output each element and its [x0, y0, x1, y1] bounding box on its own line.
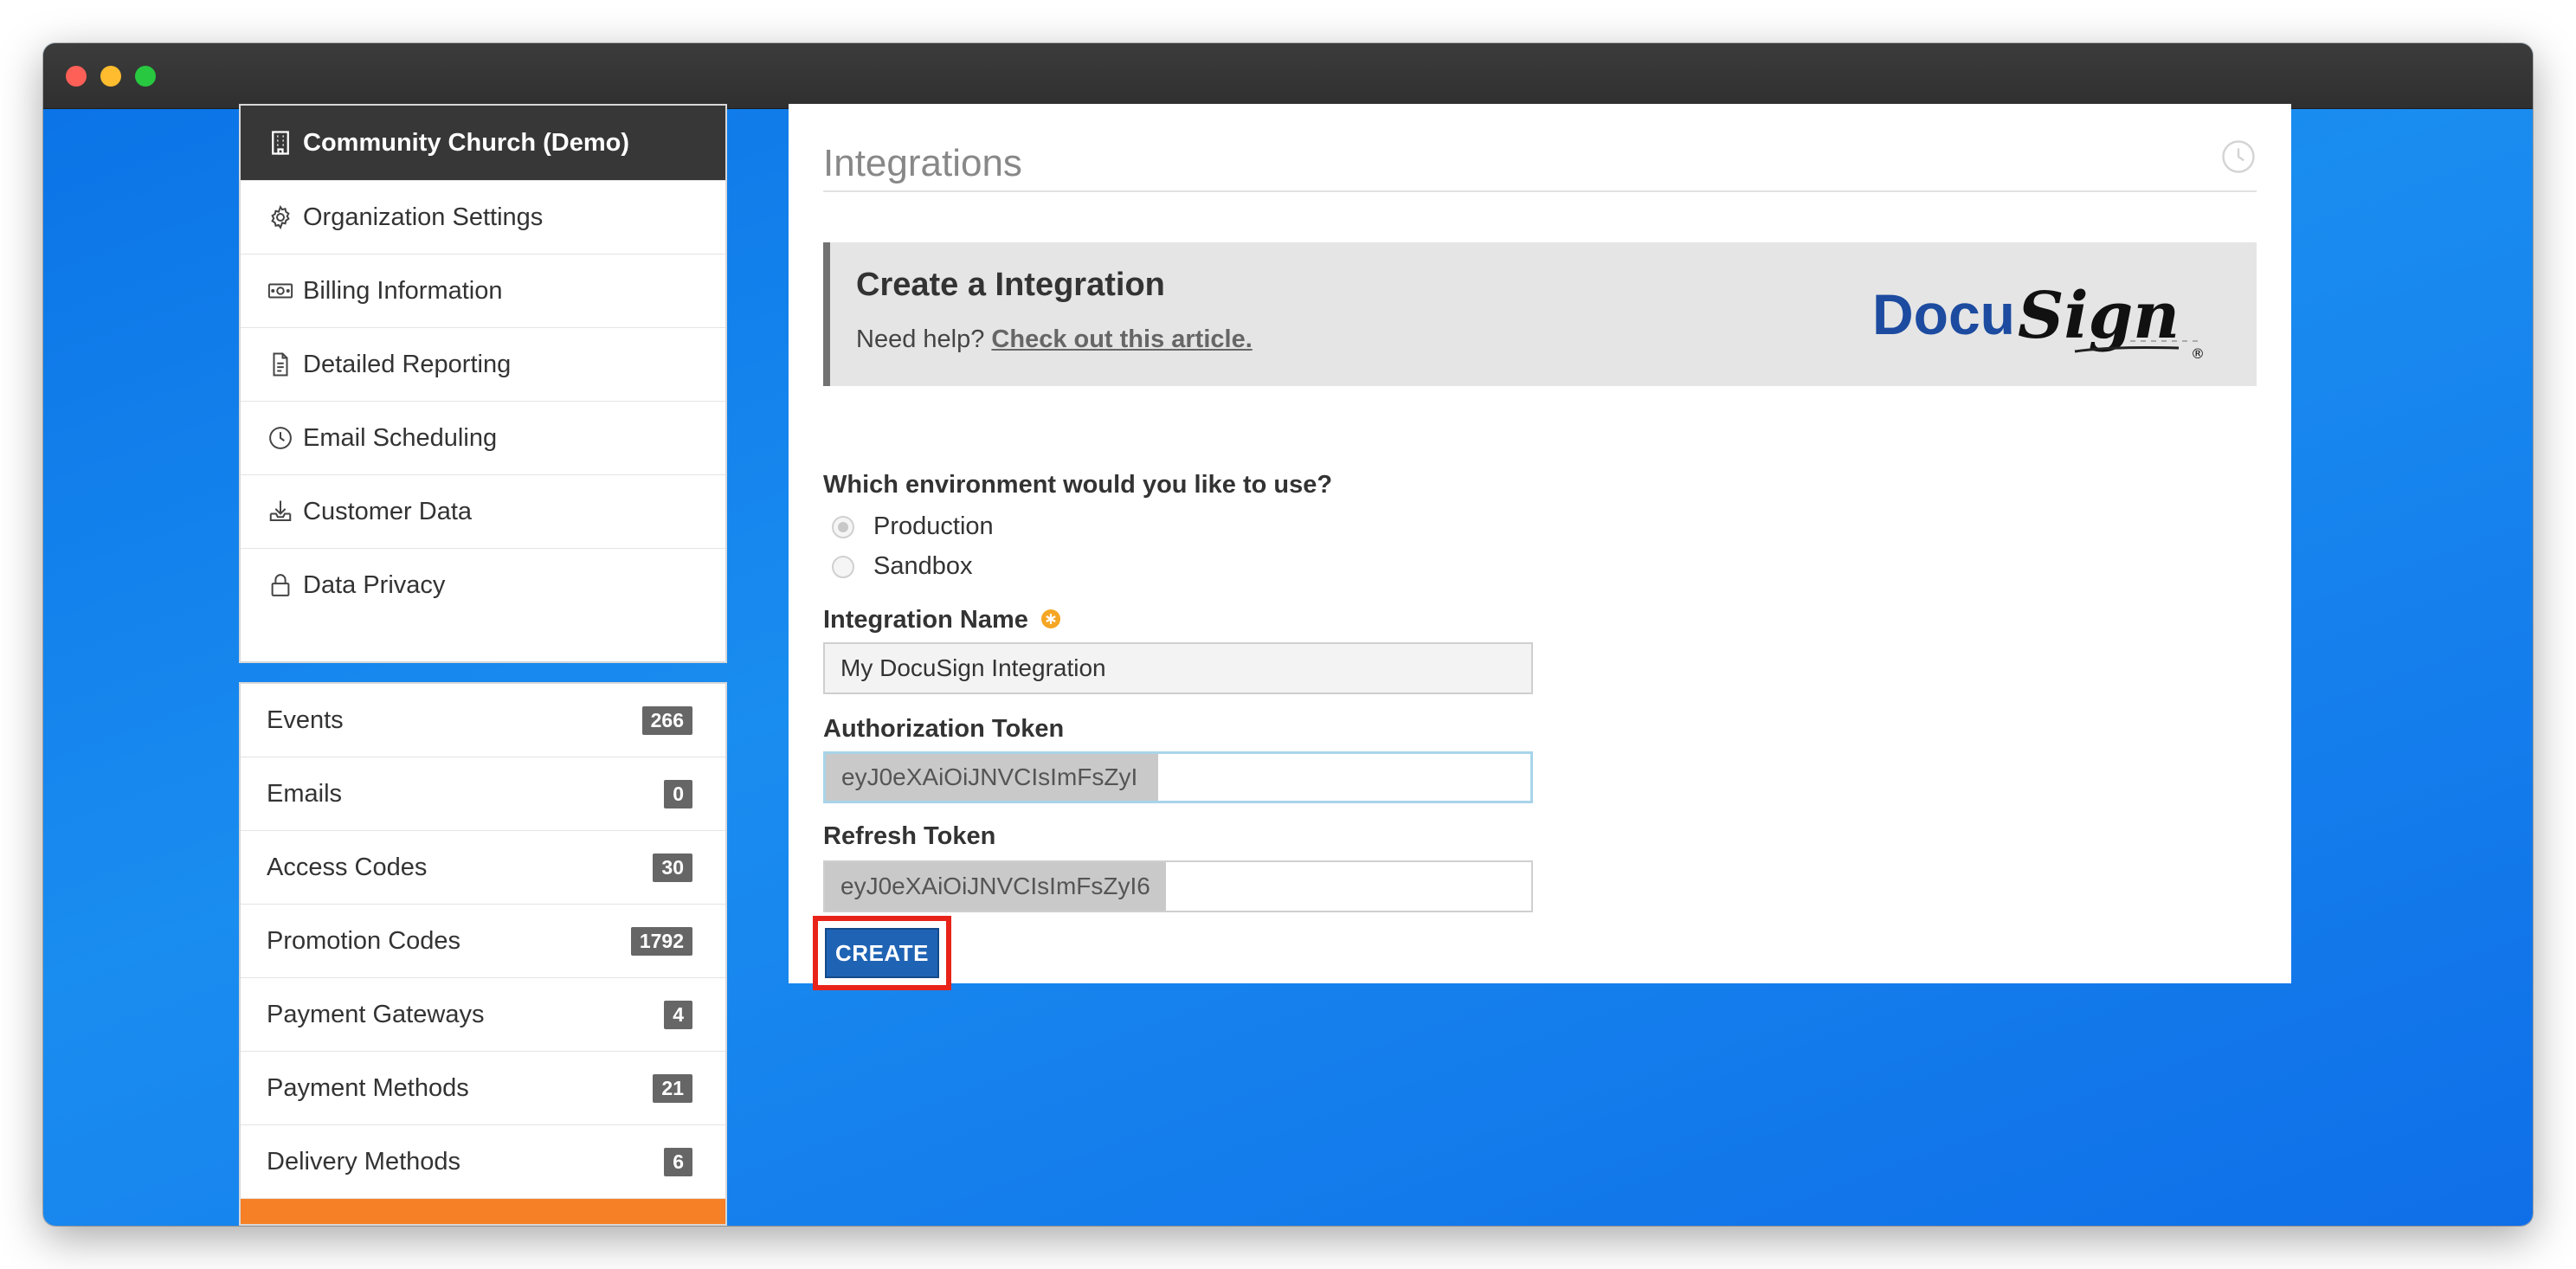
- lock-icon: [267, 571, 294, 599]
- window-titlebar: [43, 43, 2533, 109]
- count-badge: 30: [653, 853, 692, 882]
- sidebar-item-customer-data[interactable]: Customer Data: [241, 474, 725, 548]
- docusign-logo-docu: Docu: [1872, 282, 2015, 346]
- authorization-token-label: Authorization Token: [823, 715, 1065, 743]
- authorization-token-value: eyJ0eXAiOiJNVCIsImFsZyI: [826, 754, 1158, 801]
- close-window-button[interactable]: [66, 66, 87, 87]
- menu-item-access-codes[interactable]: Access Codes 30: [241, 831, 725, 905]
- sidebar-item-email-scheduling[interactable]: Email Scheduling: [241, 401, 725, 474]
- building-icon: [267, 129, 294, 157]
- menu-item-label: Promotion Codes: [267, 926, 461, 955]
- menu-item-label: Access Codes: [267, 853, 428, 881]
- count-badge: 0: [664, 779, 692, 808]
- sidebar-item-label: Detailed Reporting: [303, 350, 512, 378]
- radio-label: Production: [873, 512, 994, 540]
- history-clock-icon[interactable]: [2220, 138, 2257, 175]
- menu-item-delivery-methods[interactable]: Delivery Methods 6: [241, 1125, 725, 1199]
- sidebar-item-label: Data Privacy: [303, 570, 446, 599]
- environment-option-production[interactable]: Production: [832, 512, 994, 541]
- menu-item-events[interactable]: Events 266: [241, 684, 725, 757]
- menu-item-label: Emails: [267, 779, 343, 808]
- menu-item-label: Delivery Methods: [267, 1147, 461, 1176]
- menu-item-label: Payment Methods: [267, 1073, 469, 1102]
- menu-item-label: Payment Gateways: [267, 1000, 485, 1028]
- menu-item-payment-methods[interactable]: Payment Methods 21: [241, 1052, 725, 1125]
- clock-icon: [267, 424, 294, 452]
- refresh-token-value: eyJ0eXAiOiJNVCIsImFsZyI6: [825, 862, 1166, 911]
- menu-panel: Events 266 Emails 0 Access Codes 30 Prom…: [239, 682, 727, 1226]
- docusign-logo-sign: Sign: [2018, 279, 2180, 353]
- count-badge: 1792: [630, 926, 692, 956]
- help-prefix: Need help?: [856, 325, 985, 353]
- integrations-card: Integrations Create a Integration Need h…: [789, 104, 2291, 990]
- page-title: Integrations: [823, 142, 1022, 184]
- sidebar-item-label: Billing Information: [303, 276, 503, 305]
- banner-help-text: Need help? Check out this article.: [856, 325, 1253, 354]
- refresh-token-input[interactable]: eyJ0eXAiOiJNVCIsImFsZyI6: [823, 860, 1533, 912]
- create-integration-banner: Create a Integration Need help? Check ou…: [823, 242, 2257, 386]
- maximize-window-button[interactable]: [135, 66, 156, 87]
- integration-name-input[interactable]: [823, 642, 1533, 694]
- download-icon: [267, 498, 294, 525]
- document-icon: [267, 351, 294, 378]
- sandbox-radio[interactable]: [832, 555, 854, 578]
- environment-option-sandbox[interactable]: Sandbox: [832, 552, 973, 581]
- sidebar-item-label: Email Scheduling: [303, 423, 498, 452]
- docusign-logo-mark: ®: [2191, 345, 2205, 362]
- organization-name: Community Church (Demo): [303, 128, 629, 157]
- sidebar-item-label: Organization Settings: [303, 203, 544, 231]
- banner-title: Create a Integration: [856, 267, 1165, 303]
- sidebar-item-data-privacy[interactable]: Data Privacy: [241, 548, 725, 622]
- organization-panel: Community Church (Demo) Organization Set…: [239, 104, 727, 663]
- menu-item-payment-gateways[interactable]: Payment Gateways 4: [241, 978, 725, 1052]
- menu-item-promotion-codes[interactable]: Promotion Codes 1792: [241, 905, 725, 978]
- organization-header[interactable]: Community Church (Demo): [241, 106, 725, 180]
- docusign-logo: Docu Sign ®: [1872, 279, 2205, 362]
- production-radio[interactable]: [832, 515, 854, 538]
- gear-icon: [267, 203, 294, 231]
- help-article-link[interactable]: Check out this article.: [991, 325, 1252, 353]
- create-button[interactable]: CREATE: [825, 928, 939, 978]
- refresh-token-label: Refresh Token: [823, 822, 996, 850]
- sidebar-item-detailed-reporting[interactable]: Detailed Reporting: [241, 327, 725, 401]
- sidebar-item-label: Customer Data: [303, 497, 473, 525]
- create-button-highlight: CREATE: [813, 916, 951, 990]
- integration-name-label: Integration Name: [823, 606, 1061, 634]
- count-badge: 4: [664, 1000, 692, 1029]
- environment-label: Which environment would you like to use?: [823, 471, 1333, 499]
- authorization-token-input[interactable]: eyJ0eXAiOiJNVCIsImFsZyI: [823, 751, 1533, 803]
- minimize-window-button[interactable]: [100, 66, 121, 87]
- menu-item-integrations-active[interactable]: [241, 1199, 725, 1224]
- sidebar-item-billing-information[interactable]: Billing Information: [241, 254, 725, 327]
- menu-item-emails[interactable]: Emails 0: [241, 757, 725, 831]
- count-badge: 266: [641, 705, 692, 735]
- menu-item-label: Events: [267, 705, 344, 734]
- required-asterisk-icon: [1040, 609, 1060, 628]
- title-divider: [823, 190, 2257, 192]
- radio-label: Sandbox: [873, 552, 973, 580]
- sidebar-item-organization-settings[interactable]: Organization Settings: [241, 180, 725, 254]
- count-badge: 21: [653, 1073, 692, 1103]
- count-badge: 6: [664, 1147, 692, 1176]
- money-icon: [267, 277, 294, 305]
- integration-name-label-text: Integration Name: [823, 606, 1028, 634]
